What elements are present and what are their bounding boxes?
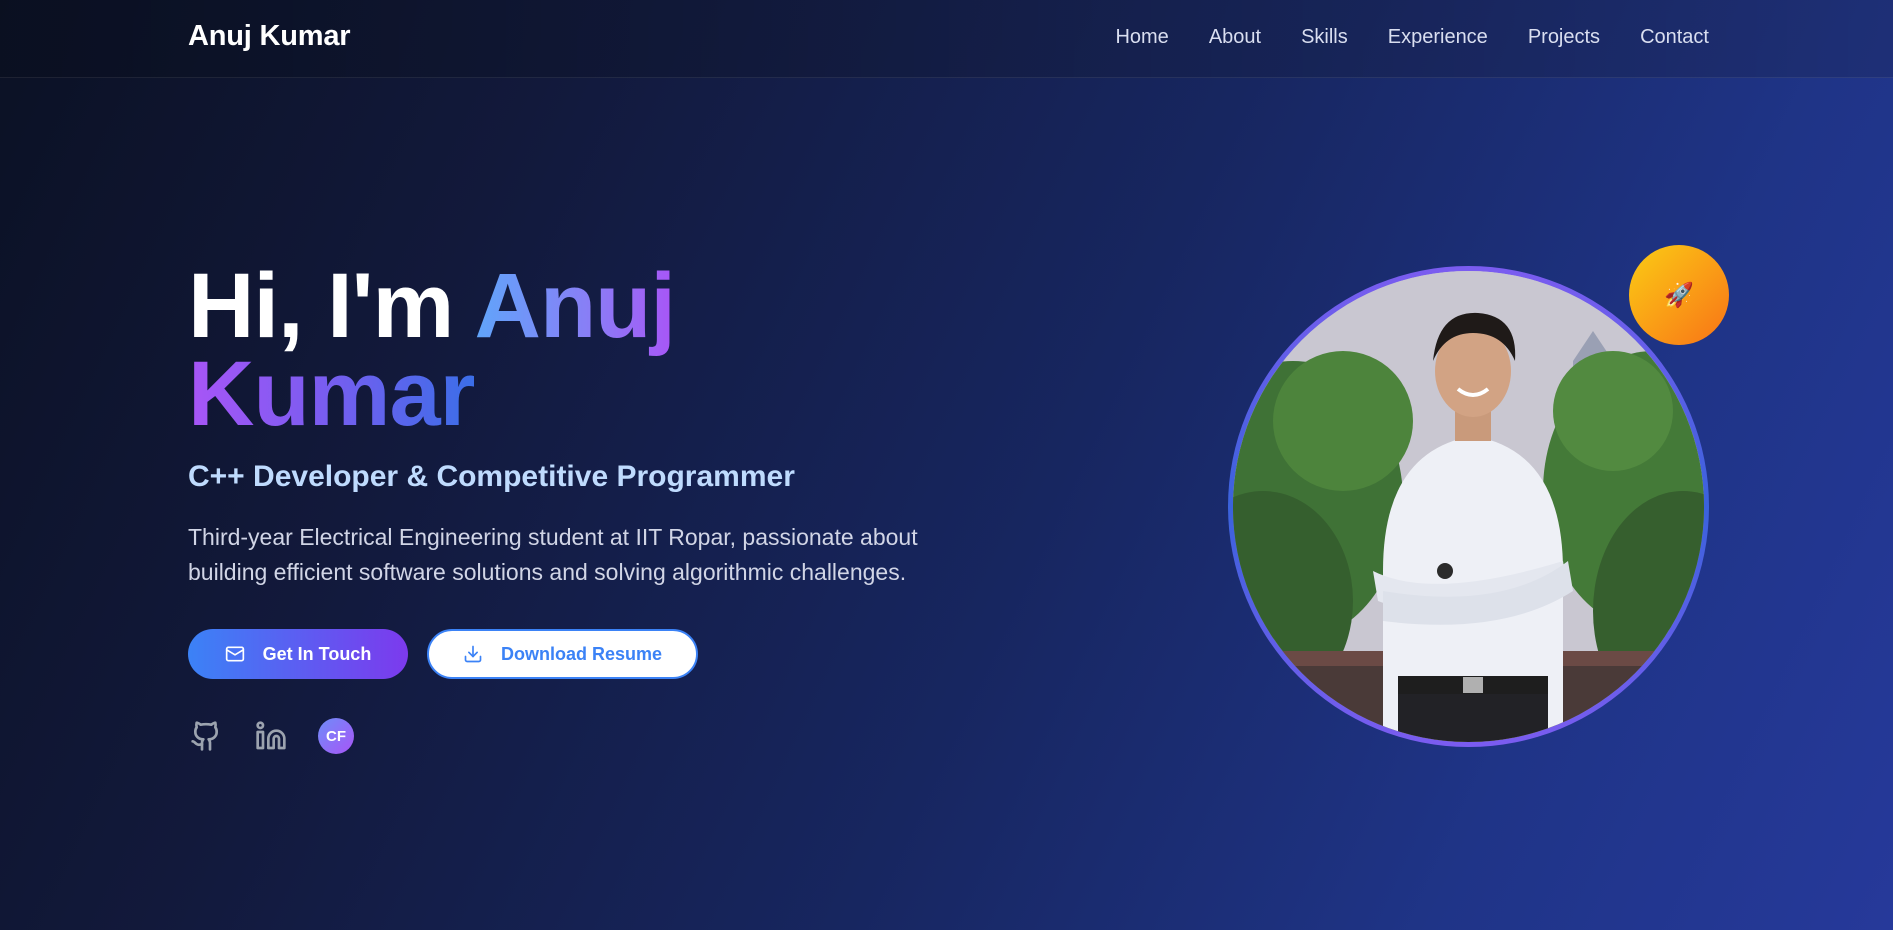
github-icon[interactable] (188, 718, 224, 754)
profile-photo-frame (1228, 266, 1709, 747)
hero-first-name: Anuj (474, 255, 676, 357)
hero-greeting: Hi, I'm (188, 255, 475, 357)
nav-link-contact[interactable]: Contact (1640, 26, 1709, 49)
nav-link-projects[interactable]: Projects (1528, 26, 1600, 49)
download-resume-button[interactable]: Download Resume (427, 629, 698, 679)
codeforces-link[interactable]: CF (318, 718, 354, 754)
social-links: CF (188, 718, 383, 754)
nav-link-about[interactable]: About (1209, 26, 1261, 49)
nav-link-experience[interactable]: Experience (1388, 26, 1488, 49)
navbar: Anuj Kumar Home About Skills Experience … (0, 0, 1893, 78)
mail-icon (225, 644, 245, 664)
download-icon (463, 644, 483, 664)
download-resume-label: Download Resume (500, 643, 663, 664)
hero-last-name: Kumar (188, 343, 475, 445)
hero-title: Hi, I'm Anuj Kumar (188, 260, 676, 440)
hero-description: Third-year Electrical Engineering studen… (188, 524, 918, 585)
nav-link-skills[interactable]: Skills (1301, 26, 1348, 49)
profile-photo (1233, 271, 1704, 742)
hero-subtitle: C++ Developer & Competitive Programmer (188, 460, 795, 493)
brand-logo[interactable]: Anuj Kumar (188, 20, 351, 53)
codeforces-badge: CF (318, 718, 354, 754)
get-in-touch-label: Get In Touch (262, 643, 372, 664)
nav-link-home[interactable]: Home (1115, 26, 1168, 49)
nav-links: Home About Skills Experience Projects Co… (1075, 26, 1709, 49)
rocket-badge: 🚀 (1629, 245, 1729, 345)
get-in-touch-button[interactable]: Get In Touch (188, 629, 408, 679)
linkedin-icon[interactable] (253, 718, 289, 754)
